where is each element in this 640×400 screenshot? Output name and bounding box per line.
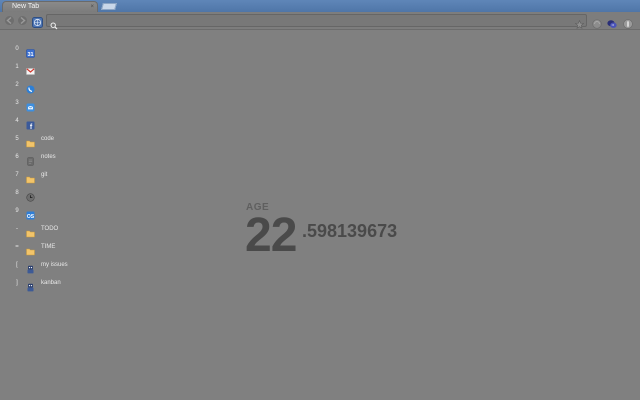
bookmark-item[interactable]: 5 code bbox=[0, 133, 120, 148]
shortcut-key: 8 bbox=[15, 190, 19, 196]
bookmark-item[interactable]: 7 git bbox=[0, 169, 120, 184]
bookmark-item[interactable]: 8 bbox=[0, 187, 120, 202]
shortcut-key: = bbox=[15, 244, 19, 250]
age-fraction: .598139673 bbox=[302, 221, 398, 241]
bookmark-item[interactable]: 4 f bbox=[0, 115, 120, 131]
notes-icon bbox=[26, 153, 35, 166]
shortcut-key: [ bbox=[16, 262, 18, 268]
shortcut-key: - bbox=[16, 226, 18, 232]
bookmark-item[interactable]: 2 bbox=[0, 79, 120, 94]
shortcut-key: 0 bbox=[15, 46, 19, 52]
bookmark-item[interactable]: [ my issues bbox=[0, 259, 120, 274]
bookmark-item[interactable]: 3 bbox=[0, 97, 120, 112]
phone-icon bbox=[26, 81, 35, 94]
folder-icon bbox=[26, 135, 35, 148]
shortcut-key: 6 bbox=[15, 154, 19, 160]
shortcut-key: 5 bbox=[15, 136, 19, 142]
bookmark-label: TODO bbox=[41, 226, 59, 232]
close-tab-icon[interactable]: × bbox=[90, 3, 94, 11]
shortcut-key: 7 bbox=[15, 172, 19, 178]
gmail-icon bbox=[26, 63, 35, 75]
bookmark-item[interactable]: 9 OS bbox=[0, 205, 120, 220]
robot-icon bbox=[26, 261, 35, 274]
exchange-icon: OS bbox=[26, 207, 35, 220]
chat-extension-icon[interactable] bbox=[607, 16, 617, 28]
settings-wrench-icon[interactable] bbox=[623, 16, 633, 29]
bookmark-item[interactable]: - TODO bbox=[0, 223, 120, 238]
folder-icon bbox=[26, 243, 35, 256]
shortcut-key: 4 bbox=[15, 118, 19, 124]
folder-icon bbox=[26, 171, 35, 184]
search-icon bbox=[50, 17, 59, 30]
mail-icon bbox=[26, 99, 35, 112]
age-integer: 22 bbox=[245, 209, 297, 262]
bookmark-label: code bbox=[41, 136, 55, 142]
shortcut-key: 1 bbox=[15, 64, 19, 70]
new-tab-button[interactable] bbox=[101, 3, 117, 10]
bookmark-item[interactable]: = TIME bbox=[0, 241, 120, 256]
tab-new-tab[interactable]: New Tab × bbox=[2, 1, 98, 12]
bookmark-label: my issues bbox=[41, 262, 68, 268]
toolbar bbox=[0, 12, 640, 30]
tab-title: New Tab bbox=[12, 3, 40, 10]
clock-icon bbox=[26, 189, 35, 202]
bookmark-item[interactable]: 0 31 bbox=[0, 43, 120, 58]
browser-window: New Tab × 0 31 1 2 3 4 f 5 code 6 notes … bbox=[0, 0, 640, 400]
robot-icon bbox=[26, 279, 35, 292]
shortcut-key: 9 bbox=[15, 208, 19, 214]
bookmark-label: TIME bbox=[41, 244, 56, 250]
shortcut-key: 2 bbox=[15, 82, 19, 88]
calendar-icon: 31 bbox=[26, 45, 35, 58]
tab-strip: New Tab × bbox=[0, 0, 640, 12]
extension-icon[interactable] bbox=[592, 16, 602, 29]
bookmark-item[interactable]: 1 bbox=[0, 61, 120, 75]
bookmark-item[interactable]: 6 notes bbox=[0, 151, 120, 166]
forward-arrow-icon[interactable] bbox=[18, 16, 27, 25]
svg-text:OS: OS bbox=[27, 214, 35, 220]
star-icon[interactable] bbox=[574, 16, 585, 29]
omnibox-input[interactable] bbox=[46, 14, 587, 27]
bookmark-label: notes bbox=[41, 154, 56, 160]
bookmark-item[interactable]: ] kanban bbox=[0, 277, 120, 292]
svg-text:31: 31 bbox=[27, 52, 33, 58]
bookmark-label: kanban bbox=[41, 280, 61, 286]
back-arrow-icon[interactable] bbox=[5, 16, 14, 25]
bookmark-label: git bbox=[41, 172, 48, 178]
shortcut-key: 3 bbox=[15, 100, 19, 106]
facebook-icon: f bbox=[26, 117, 35, 131]
folder-icon bbox=[26, 225, 35, 238]
globe-icon[interactable] bbox=[32, 15, 43, 28]
shortcut-key: ] bbox=[16, 280, 18, 286]
